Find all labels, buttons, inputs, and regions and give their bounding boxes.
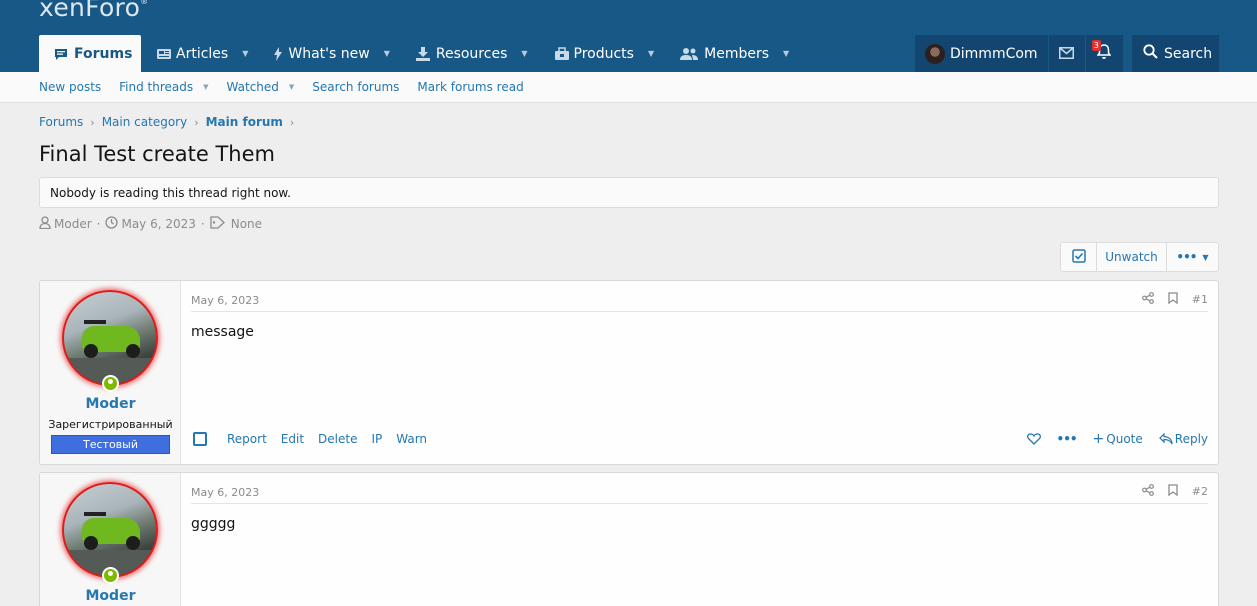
clock-icon	[105, 216, 121, 232]
nav-tab-forums[interactable]: Forums	[39, 35, 141, 72]
post-author[interactable]: Moder	[40, 588, 181, 604]
readers-notice: Nobody is reading this thread right now.	[39, 177, 1219, 208]
site-logo[interactable]: xenForo®	[39, 0, 148, 22]
chevron-down-icon[interactable]: ▼	[648, 49, 654, 58]
user-icon	[39, 216, 54, 232]
envelope-icon	[1059, 44, 1075, 63]
users-icon	[680, 47, 699, 61]
thread-author[interactable]: Moder	[54, 217, 92, 231]
chevron-right-icon: ›	[90, 115, 95, 129]
account-bar: DimmmCom 3	[915, 35, 1123, 72]
nav-tab-products[interactable]: Products ▼	[539, 35, 666, 72]
delete-link[interactable]: Delete	[318, 432, 357, 446]
post-message: ggggg	[191, 516, 236, 532]
post-2: Moder May 6, 2023 #2 ggggg	[39, 472, 1219, 606]
breadcrumb: Forums › Main category › Main forum ›	[39, 115, 301, 129]
conversations-button[interactable]	[1049, 35, 1086, 72]
page-title: Final Test create Them	[39, 142, 275, 166]
main-nav: Forums Articles ▼ What's new ▼ Resources ▼ …	[39, 35, 800, 72]
products-icon	[554, 46, 569, 61]
search-button[interactable]: Search	[1132, 35, 1219, 72]
ip-link[interactable]: IP	[371, 432, 382, 446]
edit-link[interactable]: Edit	[281, 432, 304, 446]
thread-date[interactable]: May 6, 2023	[121, 217, 195, 231]
more-options-button[interactable]: ••• ▼	[1167, 243, 1218, 271]
user-banner: Тестовый	[51, 435, 170, 454]
chevron-down-icon[interactable]: ▼	[242, 49, 248, 58]
mark-forums-read-link[interactable]: Mark forums read	[417, 80, 523, 94]
post-tools: #1	[1141, 292, 1208, 307]
breadcrumb-forums[interactable]: Forums	[39, 115, 83, 129]
post-actions: Report Edit Delete IP Warn ••• + Quote Re…	[191, 431, 1208, 447]
avatar	[925, 43, 945, 64]
chevron-right-icon: ›	[194, 115, 199, 129]
site-header: xenForo® Forums Articles ▼ What's new ▼ Re…	[0, 0, 1257, 72]
account-link[interactable]: DimmmCom	[915, 35, 1049, 72]
online-status-icon	[102, 375, 119, 392]
share-icon[interactable]	[1141, 484, 1154, 499]
post-user-cell: Moder Зарегистрированный Тестовый	[40, 281, 181, 464]
chevron-down-icon[interactable]: ▼	[521, 49, 527, 58]
chevron-right-icon: ›	[289, 115, 295, 129]
alerts-button[interactable]: 3	[1086, 35, 1123, 72]
breadcrumb-main-forum[interactable]: Main forum	[206, 115, 283, 129]
alerts-badge: 3	[1091, 40, 1101, 51]
nav-tab-resources[interactable]: Resources ▼	[401, 35, 539, 72]
sub-nav: New posts Find threads ▼ Watched ▼ Search …	[0, 72, 1257, 103]
share-icon[interactable]	[1141, 292, 1154, 307]
bookmark-icon[interactable]	[1168, 292, 1178, 307]
post-number[interactable]: #1	[1192, 293, 1208, 306]
chevron-down-icon[interactable]: ▼	[289, 83, 294, 91]
chevron-down-icon[interactable]: ▼	[783, 49, 789, 58]
unwatch-button[interactable]: Unwatch	[1097, 243, 1167, 271]
select-thread-button[interactable]	[1061, 243, 1097, 271]
search-icon	[1143, 44, 1164, 63]
avatar[interactable]	[62, 290, 158, 386]
new-posts-link[interactable]: New posts	[39, 80, 101, 94]
post-1: Moder Зарегистрированный Тестовый May 6,…	[39, 280, 1219, 465]
breadcrumb-main-category[interactable]: Main category	[102, 115, 188, 129]
nav-tab-members[interactable]: Members ▼	[665, 35, 800, 72]
post-tools: #2	[1141, 484, 1208, 499]
more-icon[interactable]: •••	[1057, 432, 1078, 446]
thread-actions: Unwatch ••• ▼	[1060, 242, 1219, 272]
report-link[interactable]: Report	[227, 432, 267, 446]
nav-tab-whats-new[interactable]: What's new ▼	[259, 35, 400, 72]
bolt-icon	[274, 46, 283, 61]
user-title: Зарегистрированный	[48, 418, 173, 431]
select-post-checkbox[interactable]	[193, 432, 207, 446]
avatar[interactable]	[62, 482, 158, 578]
checkbox-icon	[1071, 248, 1086, 266]
post-author[interactable]: Moder	[40, 396, 181, 412]
post-number[interactable]: #2	[1192, 485, 1208, 498]
chevron-down-icon[interactable]: ▼	[203, 83, 208, 91]
chevron-down-icon[interactable]: ▼	[384, 49, 390, 58]
more-icon: •••	[1176, 250, 1197, 264]
reply-icon	[1158, 433, 1173, 445]
search-forums-link[interactable]: Search forums	[312, 80, 399, 94]
watched-link[interactable]: Watched ▼	[227, 80, 295, 94]
post-user-cell: Moder	[40, 473, 181, 606]
post-message: message	[191, 324, 254, 340]
articles-icon	[156, 47, 171, 61]
chevron-down-icon: ▼	[1202, 252, 1209, 262]
quote-button[interactable]: + Quote	[1093, 431, 1143, 447]
online-status-icon	[102, 567, 119, 584]
thread-tags: None	[230, 217, 263, 231]
bookmark-icon[interactable]	[1168, 484, 1178, 499]
post-date[interactable]: May 6, 2023	[191, 294, 259, 307]
download-icon	[415, 46, 430, 61]
warn-link[interactable]: Warn	[396, 432, 427, 446]
nav-tab-articles[interactable]: Articles ▼	[141, 35, 259, 72]
plus-icon: +	[1092, 431, 1105, 447]
reply-button[interactable]: Reply	[1158, 432, 1208, 446]
post-date[interactable]: May 6, 2023	[191, 486, 259, 499]
find-threads-link[interactable]: Find threads ▼	[119, 80, 208, 94]
tag-icon	[210, 216, 231, 232]
heart-icon[interactable]	[1026, 433, 1041, 445]
thread-meta: Moder · May 6, 2023 · None	[39, 216, 262, 232]
forums-icon	[54, 47, 68, 61]
